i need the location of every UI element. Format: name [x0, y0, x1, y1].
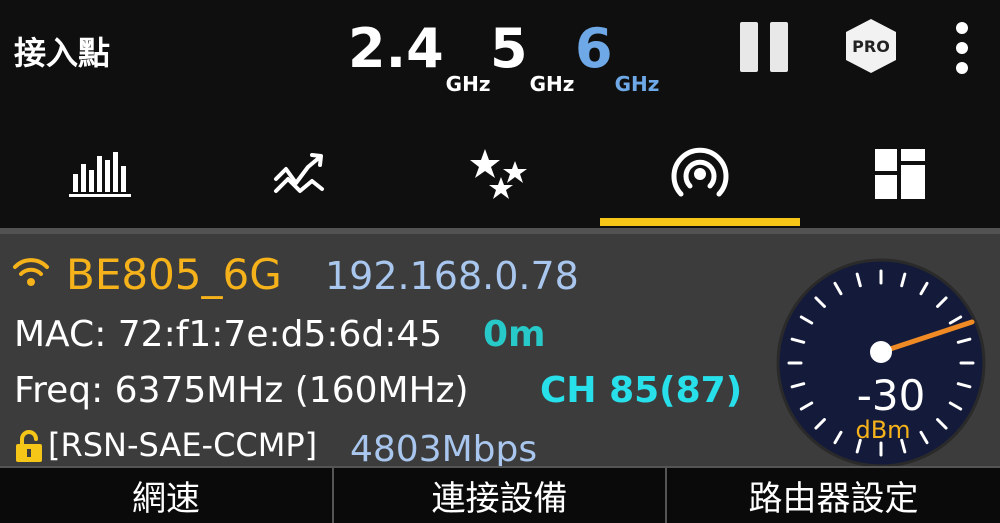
- pro-label: PRO: [852, 37, 890, 56]
- tab-bar-chart[interactable]: [0, 120, 200, 228]
- band-value: 2.4: [348, 17, 444, 80]
- band-2-4ghz[interactable]: 2.4 GHz: [348, 17, 490, 97]
- band-unit: GHz: [529, 72, 575, 96]
- bottom-bar: 網速 連接設備 路由器設定: [0, 466, 1000, 523]
- mac-address: MAC: 72:f1:7e:d5:6d:45: [14, 314, 443, 355]
- speed-test-button[interactable]: 網速: [0, 468, 334, 523]
- unlock-icon: [16, 430, 42, 462]
- stars-icon: [470, 149, 527, 199]
- tab-access-point[interactable]: [600, 120, 800, 228]
- connected-devices-button[interactable]: 連接設備: [334, 468, 667, 523]
- pause-button[interactable]: [740, 22, 792, 72]
- pro-button[interactable]: PRO: [843, 17, 899, 75]
- band-value: 5: [490, 17, 528, 80]
- tab-dashboard[interactable]: [800, 120, 1000, 228]
- tab-bar: [0, 120, 1000, 228]
- gauge-unit: dBm: [855, 416, 910, 444]
- ip-address: 192.168.0.78: [325, 254, 579, 298]
- ssid: BE805_6G: [66, 250, 282, 299]
- page-title: 接入點: [14, 34, 111, 72]
- security-type: [RSN-SAE-CCMP]: [48, 426, 318, 464]
- tab-stars[interactable]: [400, 120, 600, 228]
- gauge-hub: [870, 341, 892, 363]
- band-unit: GHz: [445, 72, 491, 96]
- more-vert-icon: [956, 22, 968, 34]
- top-bar: 接入點 2.4 GHz 5 GHz 6 GHz PRO: [0, 0, 1000, 120]
- gauge-value: -30: [857, 371, 926, 420]
- more-options-button[interactable]: [950, 22, 974, 74]
- dashboard-icon: [875, 149, 925, 199]
- trend-chart-icon: [274, 153, 324, 193]
- wifi-icon: [13, 258, 49, 286]
- distance: 0m: [483, 314, 546, 355]
- frequency: Freq: 6375MHz (160MHz): [14, 370, 469, 411]
- bar-chart-icon: [69, 152, 131, 197]
- access-point-icon: [671, 147, 729, 197]
- tab-trend[interactable]: [200, 120, 400, 228]
- access-point-panel: BE805_6G 192.168.0.78 MAC: 72:f1:7e:d5:6…: [0, 228, 1000, 470]
- band-unit: GHz: [614, 72, 660, 96]
- band-value: 6: [575, 17, 613, 80]
- channel: CH 85(87): [540, 370, 743, 411]
- band-5ghz[interactable]: 5 GHz: [490, 17, 574, 97]
- pause-icon: [740, 22, 758, 72]
- pro-badge-icon: PRO: [846, 19, 896, 73]
- link-rate: 4803Mbps: [350, 429, 538, 470]
- signal-gauge: -30 dBm: [776, 258, 986, 468]
- router-settings-button[interactable]: 路由器設定: [667, 468, 1000, 523]
- band-6ghz[interactable]: 6 GHz: [575, 17, 659, 97]
